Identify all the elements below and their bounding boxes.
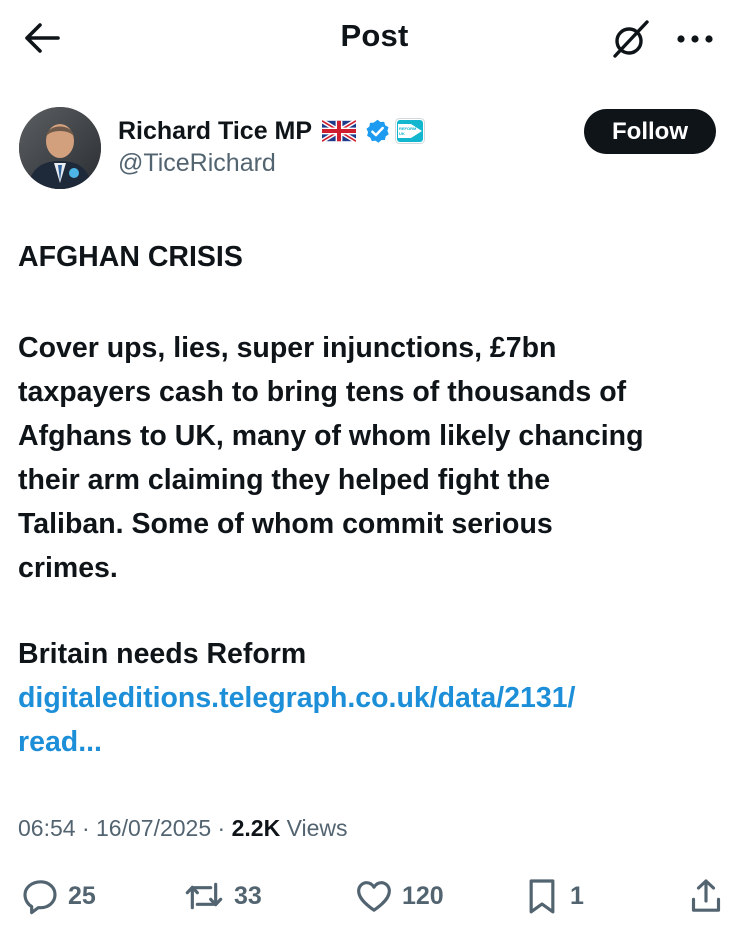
reply-icon: [23, 880, 57, 915]
follow-button[interactable]: Follow: [584, 109, 716, 154]
repost-count: 33: [234, 881, 262, 910]
post-link[interactable]: digitaleditions.telegraph.co.uk/data/213…: [18, 676, 575, 764]
more-options-icon[interactable]: [673, 24, 717, 54]
share-icon: [691, 879, 721, 912]
post-time[interactable]: 06:54: [18, 815, 76, 841]
post-date[interactable]: 16/07/2025: [96, 815, 211, 841]
post-paragraph-line: Cover ups, lies, super injunctions, £7bn: [18, 332, 557, 364]
views-count: 2.2K: [231, 815, 281, 841]
post-paragraph-line: Afghans to UK, many of whom likely chanc…: [18, 420, 644, 452]
heart-icon: [357, 881, 391, 912]
repost-icon: [185, 882, 223, 910]
avatar[interactable]: [19, 107, 101, 189]
bookmark-count: 1: [570, 881, 584, 910]
post-paragraph: Cover ups, lies, super injunctions, £7bn…: [18, 326, 730, 590]
bookmark-icon: [529, 879, 555, 914]
meta-separator: ·: [211, 815, 232, 841]
top-bar: Post: [0, 0, 749, 78]
repost-button[interactable]: 33: [182, 868, 262, 924]
post-tagline: Britain needs Reform: [18, 638, 307, 670]
verified-badge-icon[interactable]: [364, 118, 391, 145]
grok-icon[interactable]: [609, 18, 653, 60]
post-meta: 06:54 · 16/07/2025 · 2.2K Views: [18, 815, 348, 842]
post-paragraph-line: crimes.: [18, 552, 118, 584]
share-button[interactable]: [686, 868, 726, 924]
like-count: 120: [402, 881, 444, 910]
post-headline: AFGHAN CRISIS: [18, 241, 243, 273]
svg-text:UK: UK: [399, 131, 405, 136]
author-name[interactable]: Richard Tice MP: [118, 117, 312, 146]
author-name-row: Richard Tice MP REFORM UK: [118, 114, 426, 148]
action-bar: 25 33 120 1: [0, 868, 749, 928]
uk-flag-icon: [320, 118, 358, 144]
author-handle[interactable]: @TiceRichard: [118, 149, 276, 178]
views-label: Views: [280, 815, 348, 841]
post-link-line[interactable]: read...: [18, 720, 575, 764]
reply-count: 25: [68, 881, 96, 910]
bookmark-button[interactable]: 1: [522, 868, 584, 924]
post-paragraph-line: taxpayers cash to bring tens of thousand…: [18, 376, 627, 408]
like-button[interactable]: 120: [354, 868, 444, 924]
reply-button[interactable]: 25: [20, 868, 96, 924]
post-paragraph-line: Taliban. Some of whom commit serious: [18, 508, 553, 540]
meta-separator: ·: [75, 815, 97, 841]
post-paragraph-line: their arm claiming they helped fight the: [18, 464, 551, 496]
reform-uk-affiliation-icon[interactable]: REFORM UK: [395, 118, 426, 144]
post-link-line[interactable]: digitaleditions.telegraph.co.uk/data/213…: [18, 676, 575, 720]
